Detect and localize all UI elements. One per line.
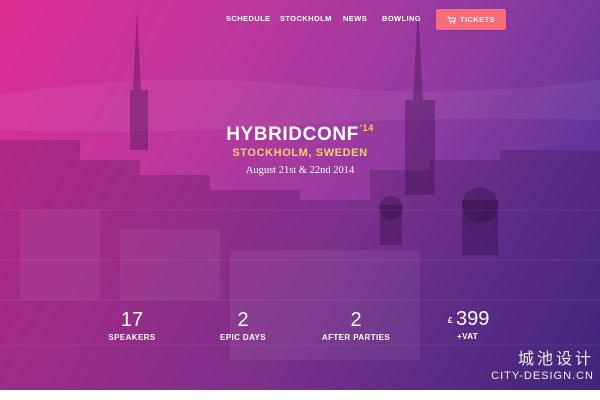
stat-speakers: 17 SPEAKERS [82,310,182,342]
price-amount: 399 [456,308,490,330]
nav-item-schedule[interactable]: SCHEDULE [226,14,270,23]
bottom-border [0,390,600,400]
nav-item-news[interactable]: NEWS [343,14,367,23]
price-vat-note: +VAT [457,332,479,341]
nav-item-bowling[interactable]: BOWLING [382,14,421,23]
stat-label: EPIC DAYS [220,333,266,342]
watermark-chinese: 城池设计 [517,349,594,368]
nav-item-stockholm[interactable]: STOCKHOLM [280,14,332,23]
stat-after-parties: 2 AFTER PARTIES [306,310,406,342]
conference-title: HYBRIDCONF [226,124,359,145]
conference-year: '14 [359,123,374,133]
stat-number: 17 [120,309,144,331]
conference-dates: August 21st & 22nd 2014 [245,165,355,176]
stat-label: SPEAKERS [108,333,156,342]
conference-title-block: HYBRIDCONF'14 [226,123,374,146]
price-currency: £ [448,316,453,325]
hero-section: SCHEDULE STOCKHOLM NEWS BOWLING TICKETS … [0,0,600,390]
tickets-button-label: TICKETS [460,15,495,24]
stat-number: 2 [237,309,249,331]
stat-label: AFTER PARTIES [321,333,391,342]
conference-location: STOCKHOLM, SWEDEN [232,147,368,159]
cart-icon [447,15,457,24]
watermark: 城池设计 CITY-DESIGN.CN [491,345,594,382]
hero-heading: HYBRIDCONF'14 STOCKHOLM, SWEDEN August 2… [0,123,600,176]
stat-number: 2 [350,309,362,331]
stat-epic-days: 2 EPIC DAYS [193,310,293,342]
watermark-english: CITY-DESIGN.CN [491,370,594,382]
tickets-button[interactable]: TICKETS [436,9,506,30]
top-navigation: SCHEDULE STOCKHOLM NEWS BOWLING TICKETS [0,9,600,31]
